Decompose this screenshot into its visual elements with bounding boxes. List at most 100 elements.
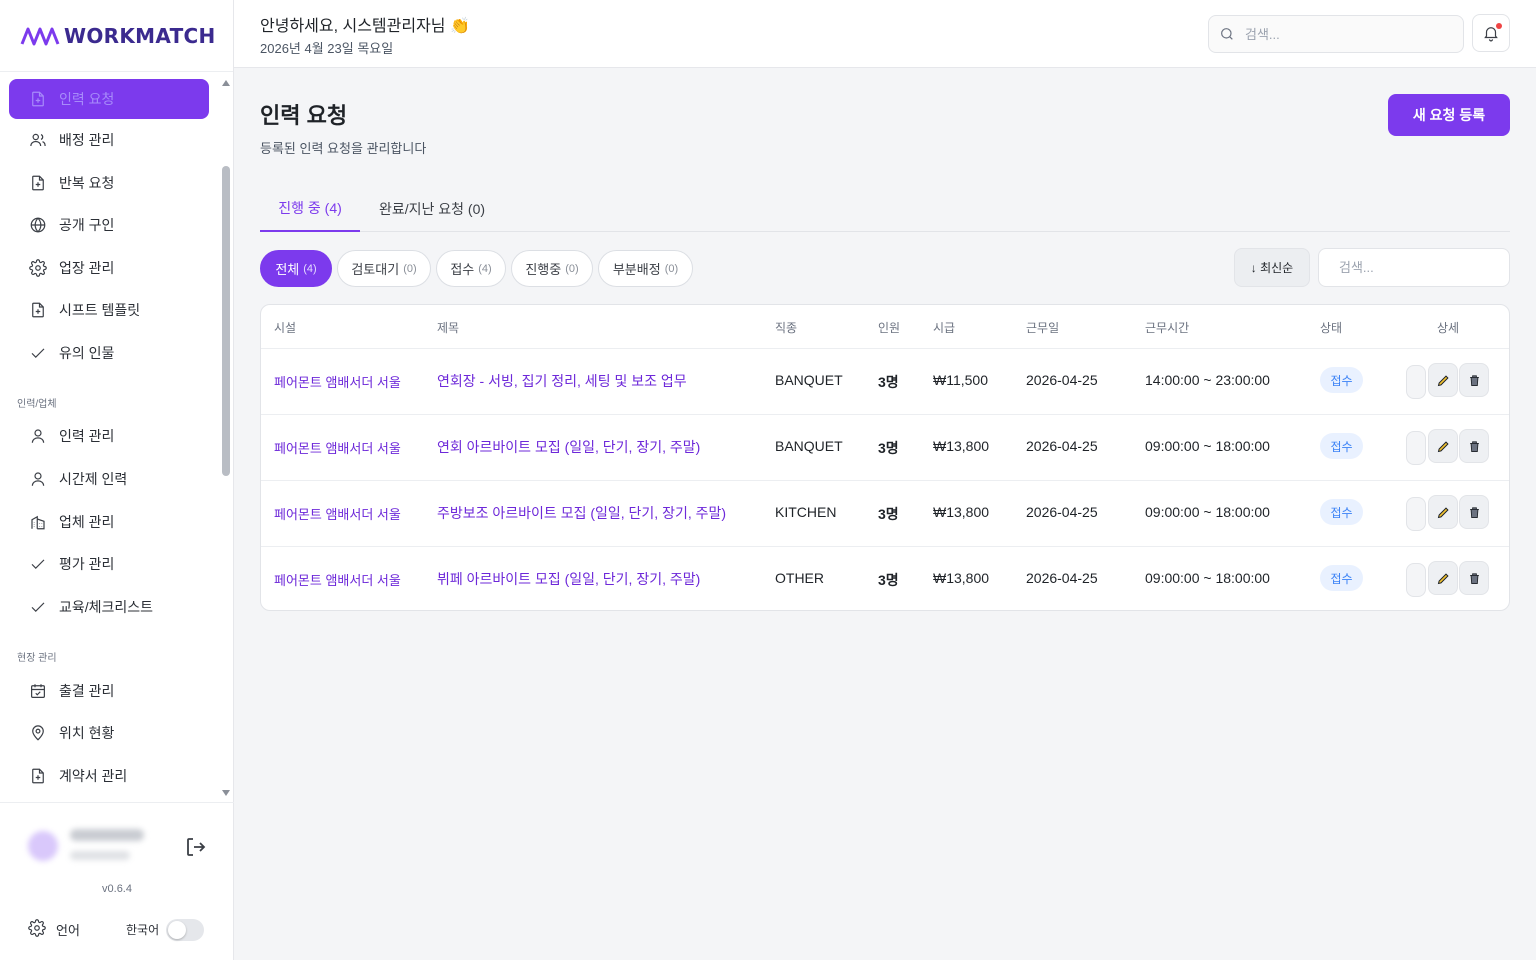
table-row[interactable]: 페어몬트 앰배서더 서울 연회 아르바이트 모집 (일일, 단기, 장기, 주말…	[261, 415, 1509, 481]
column-header-time: 근무시간	[1145, 321, 1190, 335]
edit-button[interactable]	[1428, 363, 1458, 397]
notifications-button[interactable]	[1472, 14, 1510, 52]
sidebar-item-shift-templates[interactable]: 시프트 템플릿	[9, 290, 209, 330]
tab-in-progress[interactable]: 진행 중 (4)	[260, 186, 360, 232]
edit-button[interactable]	[1428, 495, 1458, 529]
language-toggle[interactable]	[166, 919, 204, 941]
notification-dot	[1496, 23, 1502, 29]
table-row[interactable]: 페어몬트 앰배서더 서울 연회장 - 서빙, 집기 정리, 세팅 및 보조 업무…	[261, 349, 1509, 415]
sidebar-item-label: 유의 인물	[59, 345, 115, 361]
map-pin-icon	[29, 724, 47, 742]
sidebar-item-public-jobs[interactable]: 공개 구인	[9, 205, 209, 245]
user-icon	[29, 427, 47, 445]
filter-chip-in-progress[interactable]: 진행중 (0)	[511, 250, 593, 287]
sidebar-scrollbar[interactable]	[219, 74, 233, 802]
filter-chip-all[interactable]: 전체 (4)	[260, 250, 332, 287]
trash-icon	[1469, 374, 1479, 386]
logout-icon	[187, 838, 206, 856]
cell-facility[interactable]: 페어몬트 앰배서더 서울	[274, 438, 401, 457]
view-button[interactable]	[1406, 365, 1426, 399]
calendar-icon	[29, 682, 47, 700]
filter-chip-pending-review[interactable]: 검토대기 (0)	[337, 250, 431, 287]
tab-completed[interactable]: 완료/지난 요청 (0)	[368, 186, 496, 232]
sidebar-footer: v0.6.4 언어 한국어	[0, 802, 234, 960]
sidebar-item-companies[interactable]: 업체 관리	[9, 502, 209, 542]
sidebar-item-watchlist[interactable]: 유의 인물	[9, 333, 209, 373]
filter-chip-count: (4)	[478, 262, 492, 275]
check-icon	[29, 344, 47, 362]
sidebar-item-staff-requests[interactable]: 인력 요청	[9, 79, 209, 119]
sidebar-item-assignments[interactable]: 배정 관리	[9, 120, 209, 160]
cell-facility[interactable]: 페어몬트 앰배서더 서울	[274, 570, 401, 589]
sidebar-item-evaluations[interactable]: 평가 관리	[9, 544, 209, 584]
view-button[interactable]	[1406, 497, 1426, 531]
cell-title[interactable]: 뷔페 아르바이트 모집 (일일, 단기, 장기, 주말)	[437, 569, 700, 589]
new-request-button[interactable]: 새 요청 등록	[1388, 94, 1510, 136]
sidebar-item-staff[interactable]: 인력 관리	[9, 416, 209, 456]
filter-chip-label: 진행중	[525, 262, 562, 277]
column-header-job: 직종	[775, 321, 798, 335]
cell-title[interactable]: 연회장 - 서빙, 집기 정리, 세팅 및 보조 업무	[437, 371, 687, 391]
cell-time: 09:00:00 ~ 18:00:00	[1145, 504, 1270, 520]
delete-button[interactable]	[1459, 429, 1489, 463]
cell-facility[interactable]: 페어몬트 앰배서더 서울	[274, 504, 401, 523]
cell-wage: ₩13,800	[933, 504, 990, 520]
brand-logo[interactable]: WORKMATCH	[0, 0, 233, 72]
view-button[interactable]	[1406, 431, 1426, 465]
global-search-input[interactable]	[1245, 26, 1435, 42]
cell-facility[interactable]: 페어몬트 앰배서더 서울	[274, 372, 401, 391]
delete-button[interactable]	[1459, 363, 1489, 397]
table-header: 시설 제목 직종 인원 시급 근무일 근무시간 상태 상세	[261, 305, 1509, 349]
requests-table: 시설 제목 직종 인원 시급 근무일 근무시간 상태 상세 페어몬트 앰배서더 …	[260, 304, 1510, 611]
request-tabs: 진행 중 (4) 완료/지난 요청 (0)	[260, 186, 1510, 232]
cell-job: BANQUET	[775, 438, 843, 454]
table-search[interactable]	[1318, 248, 1515, 287]
sidebar-item-contracts[interactable]: 계약서 관리	[9, 756, 209, 796]
scroll-up-arrow-icon[interactable]	[222, 80, 230, 86]
table-row[interactable]: 페어몬트 앰배서더 서울 뷔페 아르바이트 모집 (일일, 단기, 장기, 주말…	[261, 547, 1509, 610]
cell-title[interactable]: 연회 아르바이트 모집 (일일, 단기, 장기, 주말)	[437, 437, 700, 457]
user-name-redacted	[70, 829, 144, 841]
cell-date: 2026-04-25	[1026, 372, 1098, 388]
user-icon	[29, 470, 47, 488]
sort-button[interactable]: ↓ 최신순	[1234, 248, 1310, 287]
edit-button[interactable]	[1428, 561, 1458, 595]
users-icon	[29, 131, 47, 149]
sidebar-item-label: 위치 현황	[59, 725, 115, 741]
delete-button[interactable]	[1459, 561, 1489, 595]
sidebar-item-label: 인력 관리	[59, 428, 115, 444]
greeting-text: 안녕하세요, 시스템관리자님 👏	[260, 18, 470, 35]
filter-chip-partial[interactable]: 부분배정 (0)	[598, 250, 693, 287]
sidebar-item-attendance[interactable]: 출결 관리	[9, 671, 209, 711]
cell-job: OTHER	[775, 570, 824, 586]
sidebar-item-training[interactable]: 교육/체크리스트	[9, 587, 209, 627]
sidebar-item-label: 출결 관리	[59, 683, 115, 699]
cell-count: 3명	[878, 440, 899, 456]
sidebar: WORKMATCH 인력 요청 배정 관리 반복 요청 공개 구인 업장 관리 …	[0, 0, 234, 960]
table-row[interactable]: 페어몬트 앰배서더 서울 주방보조 아르바이트 모집 (일일, 단기, 장기, …	[261, 481, 1509, 547]
cell-time: 09:00:00 ~ 18:00:00	[1145, 570, 1270, 586]
cell-date: 2026-04-25	[1026, 438, 1098, 454]
logout-button[interactable]	[184, 835, 208, 859]
edit-button[interactable]	[1428, 429, 1458, 463]
gear-icon	[29, 259, 47, 277]
view-button[interactable]	[1406, 563, 1426, 597]
cell-date: 2026-04-25	[1026, 570, 1098, 586]
sidebar-item-label: 시프트 템플릿	[59, 302, 141, 318]
column-header-title: 제목	[437, 321, 460, 335]
scrollbar-thumb[interactable]	[222, 166, 230, 476]
filter-chip-received[interactable]: 접수 (4)	[436, 250, 506, 287]
user-role-redacted	[70, 851, 130, 860]
cell-title[interactable]: 주방보조 아르바이트 모집 (일일, 단기, 장기, 주말)	[437, 503, 726, 523]
delete-button[interactable]	[1459, 495, 1489, 529]
global-search[interactable]	[1208, 15, 1464, 53]
sidebar-item-venues[interactable]: 업장 관리	[9, 248, 209, 288]
scroll-down-arrow-icon[interactable]	[222, 790, 230, 796]
sidebar-item-location[interactable]: 위치 현황	[9, 713, 209, 753]
cell-count: 3명	[878, 506, 899, 522]
sidebar-item-recurring[interactable]: 반복 요청	[9, 163, 209, 203]
sidebar-item-part-time[interactable]: 시간제 인력	[9, 459, 209, 499]
pencil-icon	[1437, 374, 1449, 386]
filter-chip-count: (0)	[565, 262, 579, 275]
table-search-input[interactable]	[1339, 260, 1515, 275]
